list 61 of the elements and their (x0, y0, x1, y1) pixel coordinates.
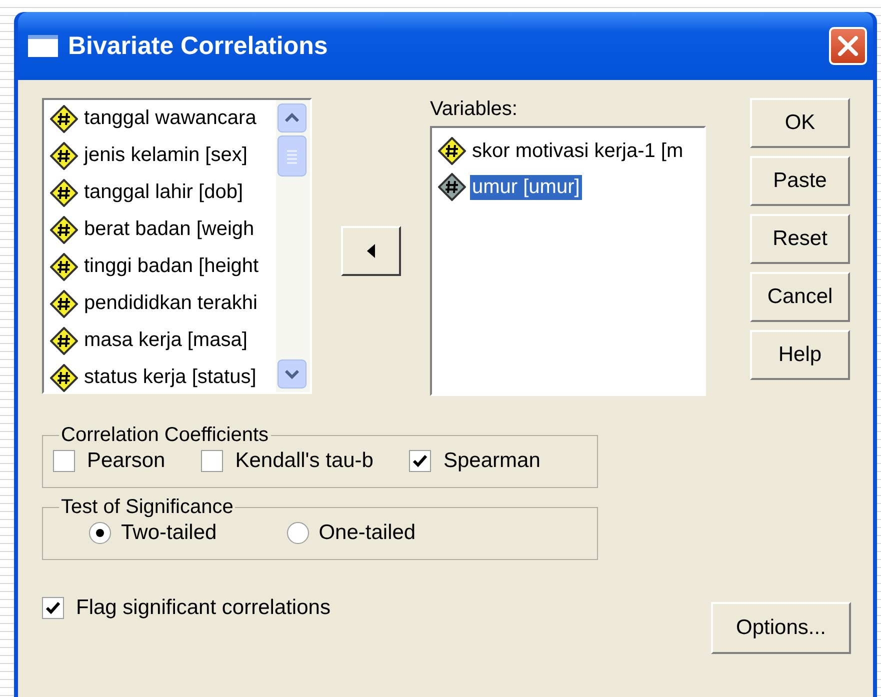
variable-name: jenis kelamin [sex] (82, 143, 248, 168)
dialog-button[interactable]: Help (750, 330, 850, 380)
scroll-up-icon[interactable] (277, 103, 307, 133)
checkbox[interactable] (201, 450, 224, 472)
variable-item[interactable]: pendididkan terakhi (50, 289, 276, 318)
variable-name: tanggal lahir [dob] (83, 180, 244, 205)
variable-item[interactable]: jenis kelamin [sex] (50, 141, 276, 170)
checkbox-label: Spearman (443, 449, 540, 473)
radio-button[interactable] (286, 522, 309, 544)
checkbox-label: Kendall's tau-b (235, 449, 374, 473)
variable-item[interactable]: skor motivasi kerja-1 [m (438, 136, 704, 166)
variable-item[interactable]: berat badan [weigh (50, 215, 276, 244)
close-icon (835, 33, 861, 59)
radio-button[interactable] (89, 522, 111, 544)
scale-variable-icon (438, 137, 466, 165)
variable-item[interactable]: tanggal lahir [dob] (50, 178, 276, 207)
checkbox-label: Pearson (87, 449, 166, 473)
scale-variable-icon (50, 178, 78, 206)
variable-item[interactable]: status kerja [status] (50, 363, 276, 392)
variable-item[interactable]: umur [umur] (438, 172, 704, 202)
variable-item[interactable]: tinggi badan [height (50, 252, 276, 281)
group-title: Correlation Coefficients (60, 424, 270, 447)
scale-variable-icon (50, 290, 78, 318)
checkbox[interactable] (409, 450, 432, 472)
scrollbar[interactable] (276, 100, 310, 392)
scale-variable-icon (50, 104, 78, 132)
dialog-button[interactable]: Paste (750, 156, 850, 206)
options-button[interactable]: Options... (711, 602, 851, 654)
variable-name: pendididkan terakhi (83, 291, 258, 316)
checkbox[interactable] (42, 597, 64, 619)
scroll-down-icon[interactable] (277, 359, 307, 389)
scroll-thumb[interactable] (277, 135, 307, 177)
scale-variable-icon (50, 252, 78, 280)
move-button[interactable] (341, 226, 401, 276)
dialog-button[interactable]: Reset (750, 214, 850, 264)
scale-variable-icon (50, 142, 78, 170)
variable-name: skor motivasi kerja-1 [m (471, 138, 684, 164)
variable-item[interactable]: masa kerja [masa] (50, 326, 276, 355)
variable-name: masa kerja [masa] (83, 328, 248, 353)
scale-variable-icon (50, 326, 78, 354)
group-title: Test of Significance (60, 496, 234, 519)
variable-name: tanggal wawancara (83, 106, 258, 131)
left-triangle-icon (366, 243, 376, 259)
window-title: Bivariate Correlations (68, 32, 329, 60)
dialog-button[interactable]: Cancel (750, 272, 850, 322)
checkbox[interactable] (53, 450, 75, 472)
scale-variable-icon (438, 173, 466, 201)
checkbox-label: Flag significant correlations (76, 596, 330, 620)
close-button[interactable] (829, 27, 867, 65)
dialog-button[interactable]: OK (750, 98, 850, 148)
variable-name: umur [umur] (470, 174, 582, 200)
variable-item[interactable]: tanggal wawancara (50, 104, 276, 133)
variable-name: status kerja [status] (83, 365, 258, 390)
radio-label: One-tailed (318, 521, 416, 545)
window-icon (28, 35, 58, 57)
variable-name: tinggi badan [height (83, 254, 260, 279)
scale-variable-icon (50, 364, 78, 392)
scale-variable-icon (50, 216, 78, 244)
radio-label: Two-tailed (121, 521, 217, 545)
variable-name: berat badan [weigh (83, 217, 256, 242)
variables-label: Variables: (430, 98, 518, 122)
